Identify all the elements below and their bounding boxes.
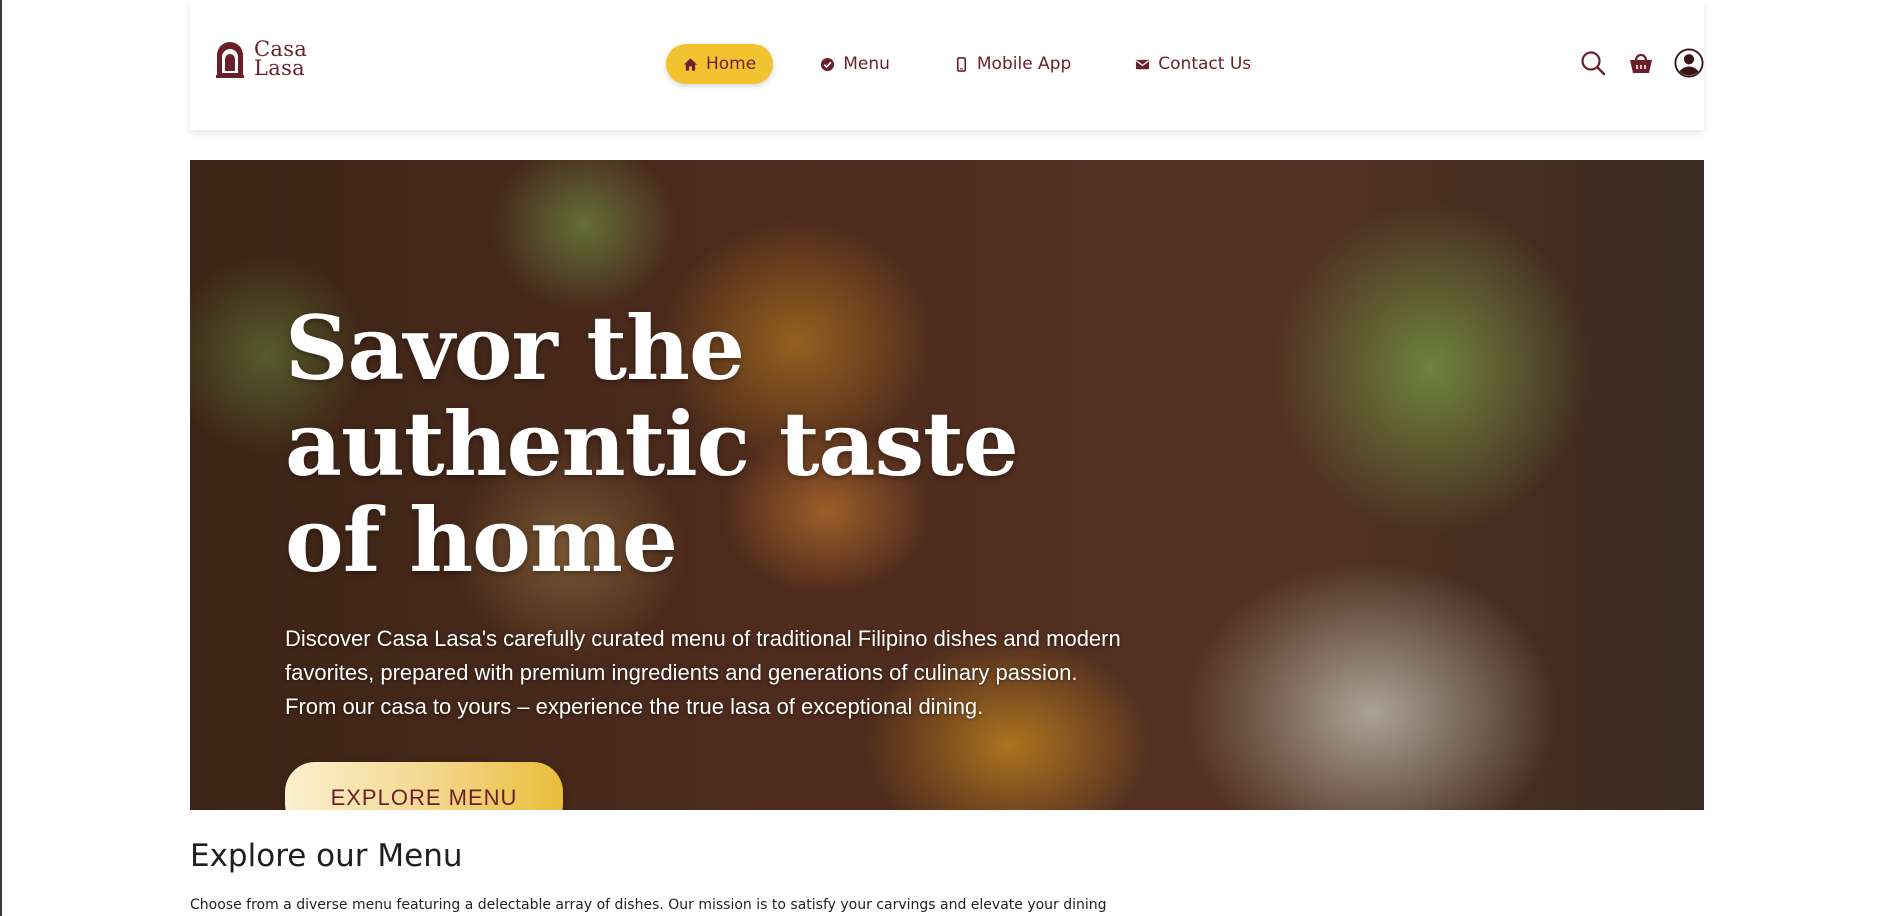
logo-mark-icon [216,42,244,78]
cart-button[interactable] [1626,48,1656,78]
user-icon [1674,48,1704,78]
nav-item-home[interactable]: Home [666,44,774,84]
mail-icon [1136,59,1150,69]
explore-section-title: Explore our Menu [190,838,463,874]
nav-item-label: Menu [843,54,890,74]
explore-menu-button[interactable]: EXPLORE MENU [285,762,563,810]
nav-item-label: Mobile App [976,54,1072,74]
hero-content: Savor the authentic taste of home Discov… [285,300,1125,810]
brand-logo[interactable]: Casa Lasa [214,38,307,80]
home-icon [683,57,698,71]
window-edge [0,0,2,916]
header-actions [1578,46,1704,80]
hero-title: Savor the authentic taste of home [285,296,1019,592]
nav-item-menu[interactable]: Menu [803,44,907,84]
nav-item-mobile-app[interactable]: Mobile App [937,44,1088,84]
hero-banner: Savor the authentic taste of home Discov… [190,160,1704,810]
hero-subtitle: Discover Casa Lasa's carefully curated m… [285,626,1121,719]
search-button[interactable] [1578,48,1608,78]
nav-item-label: Home [706,54,757,74]
brand-line-2: Lasa [254,56,305,80]
brand-name: Casa Lasa [254,39,307,80]
explore-section-text: Choose from a diverse menu featuring a d… [190,897,1107,913]
mobile-icon [956,56,966,72]
main-nav: Home Menu Mobile App Contact Us [666,44,1298,84]
search-icon [1581,51,1606,76]
site-header: Casa Lasa Home Menu Mobile App Contact U… [190,0,1704,130]
nav-item-contact[interactable]: Contact Us [1118,44,1268,84]
account-button[interactable] [1674,48,1704,78]
nav-item-label: Contact Us [1158,54,1252,74]
check-circle-icon [821,57,835,71]
basket-icon [1630,53,1652,73]
